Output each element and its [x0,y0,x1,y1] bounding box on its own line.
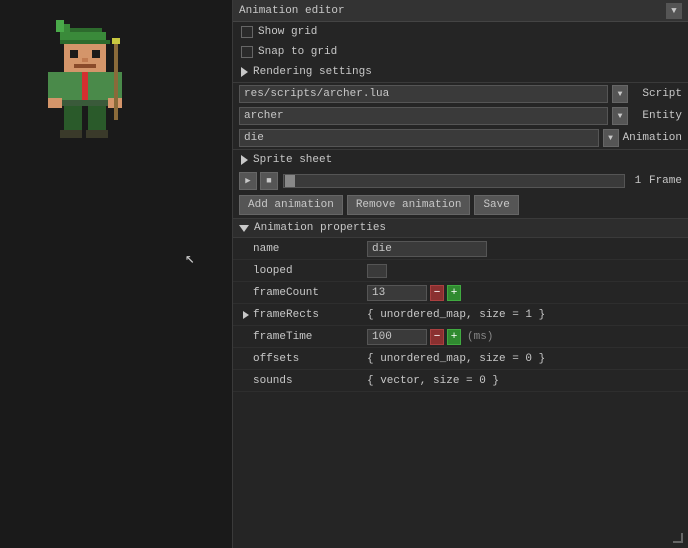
framerects-value-cell: { unordered_map, size = 1 } [363,309,688,321]
rendering-label: Rendering settings [253,66,372,78]
animation-row: die ▼ Animation [233,127,688,149]
entity-row: archer ▼ Entity [233,105,688,127]
offsets-value-cell: { unordered_map, size = 0 } [363,353,688,365]
frame-slider[interactable] [283,174,625,188]
looped-toggle[interactable] [367,264,387,278]
framecount-value-cell: − + [363,285,688,301]
name-input[interactable] [367,241,487,257]
sprite-preview [40,20,130,140]
panel-header: Animation editor ▼ [233,0,688,22]
script-value: res/scripts/archer.lua [244,88,389,100]
name-property-row: name [233,238,688,260]
framecount-label: frameCount [233,287,363,299]
animation-properties-header[interactable]: Animation properties [233,218,688,238]
show-grid-label: Show grid [258,26,317,38]
frametime-unit: (ms) [467,331,493,343]
frametime-property-row: frameTime − + (ms) [233,326,688,348]
add-animation-button[interactable]: Add animation [239,195,343,215]
show-grid-row[interactable]: Show grid [233,22,688,42]
sounds-property-row: sounds { vector, size = 0 } [233,370,688,392]
entity-dropdown-btn[interactable]: ▼ [612,107,628,125]
script-dropdown-btn[interactable]: ▼ [612,85,628,103]
remove-animation-button[interactable]: Remove animation [347,195,471,215]
offsets-label: offsets [233,353,363,365]
mouse-cursor: ↖ [185,248,195,268]
frametime-value-cell: − + (ms) [363,329,688,345]
framerects-property-row[interactable]: frameRects { unordered_map, size = 1 } [233,304,688,326]
framerects-triangle [243,311,249,319]
looped-property-row: looped [233,260,688,282]
script-row: res/scripts/archer.lua ▼ Script [233,83,688,105]
animation-value: die [244,132,264,144]
looped-label: looped [233,265,363,277]
right-panel: Animation editor ▼ Show grid Snap to gri… [232,0,688,548]
offsets-value: { unordered_map, size = 0 } [367,353,545,365]
header-dropdown[interactable]: ▼ [666,3,682,19]
animation-select[interactable]: die [239,129,599,147]
snap-grid-label: Snap to grid [258,46,337,58]
animation-props-triangle [239,225,249,232]
framecount-property-row: frameCount − + [233,282,688,304]
sprite-sheet-row[interactable]: Sprite sheet [233,150,688,170]
sprite-sheet-triangle [241,155,248,165]
stop-button[interactable]: ■ [260,172,278,190]
play-button[interactable]: ▶ [239,172,257,190]
resize-handle[interactable] [673,533,683,543]
snap-grid-row[interactable]: Snap to grid [233,42,688,62]
script-select[interactable]: res/scripts/archer.lua [239,85,608,103]
save-button[interactable]: Save [474,195,518,215]
framecount-minus-button[interactable]: − [430,285,444,301]
animation-label: Animation [623,132,682,144]
entity-value: archer [244,110,284,122]
snap-grid-checkbox[interactable] [241,46,253,58]
rendering-settings-row[interactable]: Rendering settings [233,62,688,82]
frame-label: Frame [649,175,682,187]
script-label: Script [632,88,682,100]
name-value-cell [363,241,688,257]
looped-value-cell [363,264,688,278]
panel-title: Animation editor [239,5,345,17]
show-grid-checkbox[interactable] [241,26,253,38]
frametime-minus-button[interactable]: − [430,329,444,345]
stop-icon: ■ [266,176,271,186]
sounds-value-cell: { vector, size = 0 } [363,375,688,387]
offsets-property-row: offsets { unordered_map, size = 0 } [233,348,688,370]
frametime-plus-button[interactable]: + [447,329,461,345]
animation-dropdown-btn[interactable]: ▼ [603,129,619,147]
frame-number: 1 [630,175,646,187]
sprite-sheet-label: Sprite sheet [253,154,332,166]
sounds-value: { vector, size = 0 } [367,375,499,387]
sounds-label: sounds [233,375,363,387]
frame-slider-thumb [285,175,295,187]
name-label: name [233,243,363,255]
framecount-plus-button[interactable]: + [447,285,461,301]
entity-label: Entity [632,110,682,122]
frame-controls-row: ▶ ■ 1 Frame [233,170,688,192]
properties-table: name looped frameCount − + [233,238,688,392]
framerects-label: frameRects [233,309,363,321]
frametime-label: frameTime [233,331,363,343]
left-panel: ↖ [0,0,232,548]
play-icon: ▶ [245,176,250,186]
framerects-value: { unordered_map, size = 1 } [367,309,545,321]
entity-select[interactable]: archer [239,107,608,125]
framecount-input[interactable] [367,285,427,301]
animation-properties-label: Animation properties [254,222,386,234]
rendering-triangle [241,67,248,77]
frametime-input[interactable] [367,329,427,345]
action-buttons-row: Add animation Remove animation Save [233,192,688,218]
